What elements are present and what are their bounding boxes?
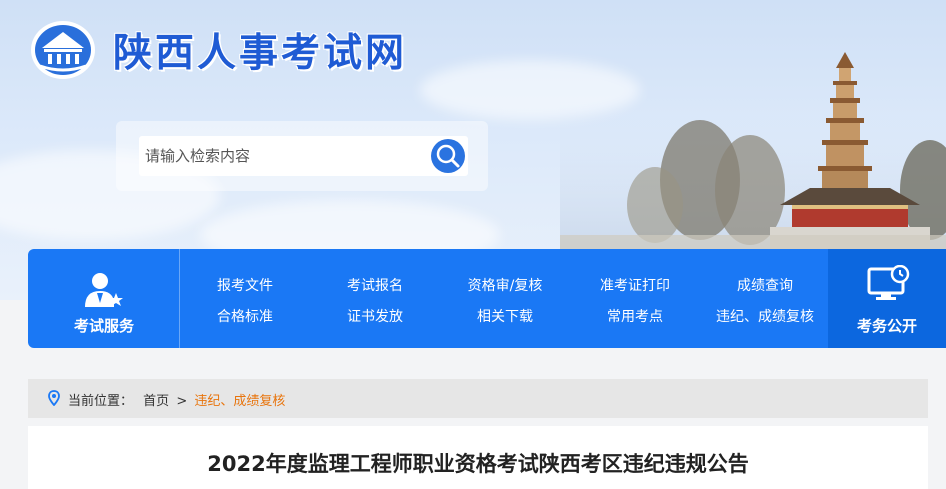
main-nav: 考试服务 报考文件 考试报名 资格审/复核 准考证打印 成绩查询 合格标准 证书… [28, 249, 946, 348]
breadcrumb-separator: > [176, 394, 188, 409]
location-pin-icon [48, 390, 60, 406]
nav-links: 报考文件 考试报名 资格审/复核 准考证打印 成绩查询 合格标准 证书发放 相关… [180, 249, 828, 348]
breadcrumb-current[interactable]: 违纪、成绩复核 [194, 394, 285, 409]
exam-service-label: 考试服务 [73, 317, 134, 335]
article-content: 2022年度监理工程师职业资格考试陕西考区违纪违规公告 [28, 426, 928, 489]
article-title: 2022年度监理工程师职业资格考试陕西考区违纪违规公告 [207, 452, 749, 476]
monitor-clock-icon [867, 265, 910, 300]
exam-affairs-public-section[interactable]: 考务公开 [828, 249, 946, 348]
user-star-icon [85, 273, 123, 307]
breadcrumb-path: 当前位置： 首页 > 违纪、成绩复核 [68, 390, 285, 409]
logo-icon [31, 21, 95, 79]
nav-item-qualification-review[interactable]: 资格审/复核 [440, 275, 570, 295]
search-icon [436, 144, 460, 168]
breadcrumb-prefix: 当前位置： [68, 394, 134, 409]
nav-item-certificate-issuance[interactable]: 证书发放 [310, 306, 440, 326]
site-title[interactable]: 陕西人事考试网 [113, 22, 407, 78]
nav-item-score-query[interactable]: 成绩查询 [700, 275, 830, 295]
nav-item-pass-standard[interactable]: 合格标准 [180, 306, 310, 326]
nav-item-exam-registration[interactable]: 考试报名 [310, 275, 440, 295]
breadcrumb-home-link[interactable]: 首页 [143, 394, 169, 409]
nav-item-violation-score-review[interactable]: 违纪、成绩复核 [700, 306, 830, 326]
search-button[interactable] [429, 136, 468, 176]
pagoda-scene-image [560, 52, 946, 250]
nav-item-downloads[interactable]: 相关下载 [440, 306, 570, 326]
nav-item-admission-ticket[interactable]: 准考证打印 [570, 275, 700, 295]
exam-affairs-public-label: 考务公开 [856, 317, 917, 335]
exam-service-section[interactable]: 考试服务 [28, 249, 180, 348]
nav-item-exam-documents[interactable]: 报考文件 [180, 275, 310, 295]
site-logo[interactable] [30, 20, 96, 80]
nav-item-exam-sites[interactable]: 常用考点 [570, 306, 700, 326]
search-box [116, 121, 488, 191]
search-input[interactable] [139, 136, 429, 176]
breadcrumb: 当前位置： 首页 > 违纪、成绩复核 [28, 379, 928, 418]
